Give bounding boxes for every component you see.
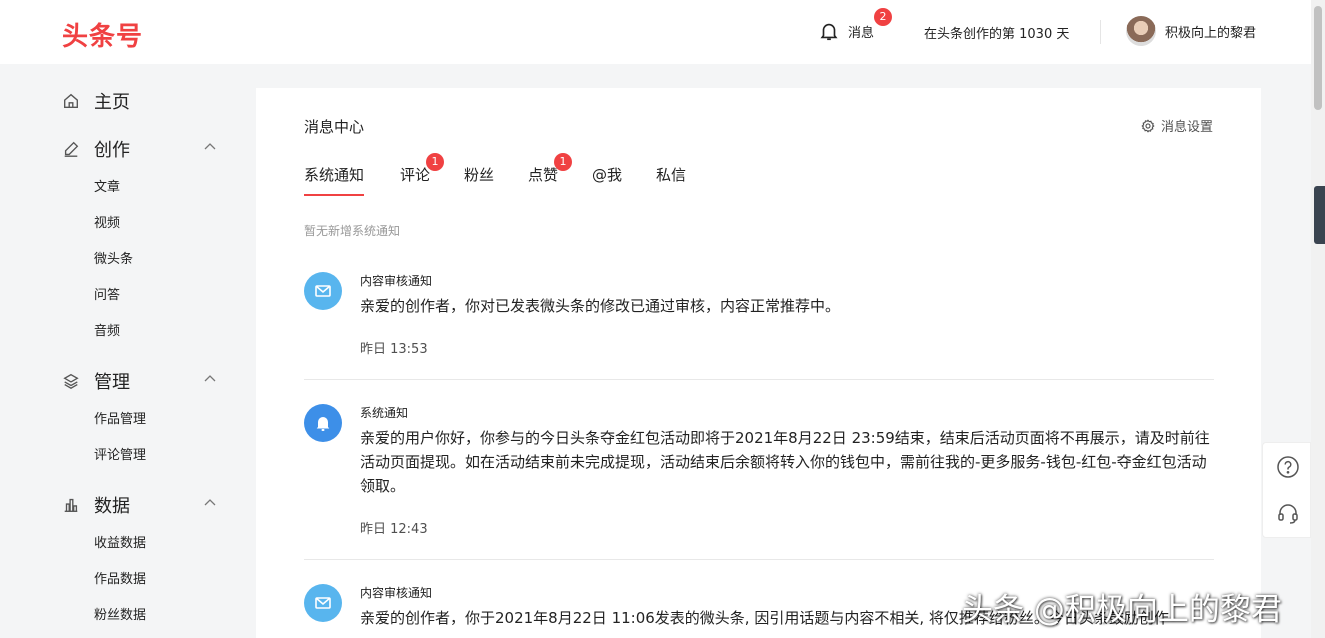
username: 积极向上的黎君 — [1165, 25, 1257, 41]
tab-comments[interactable]: 评论 1 — [400, 153, 444, 185]
mail-icon — [304, 584, 342, 622]
tab-badge: 1 — [426, 153, 444, 171]
tab-fans[interactable]: 粉丝 — [464, 164, 494, 185]
chevron-up-icon[interactable] — [204, 498, 216, 506]
sidebar: 主页 创作 文章 视频 微头条 问答 音频 管理 作品管理 评论管理 数据 收益… — [0, 64, 256, 638]
help-icon[interactable] — [1276, 455, 1300, 479]
message-center-panel: 消息中心 消息设置 系统通知 评论 1 粉丝 点赞 1 @我 私信 暂无新增系统通知… — [256, 88, 1261, 638]
nav-create-label: 创作 — [94, 140, 130, 161]
watermark: 头条 @积极向上的黎君 — [962, 592, 1282, 628]
tab-mentions[interactable]: @我 — [592, 164, 622, 185]
notice-body: 亲爱的用户你好，你参与的今日头条夺金红包活动即将于2021年8月22日 23:5… — [360, 429, 1210, 495]
tab-label: 粉丝 — [464, 166, 495, 184]
nav-data[interactable]: 数据 — [62, 492, 222, 518]
nav-manage-label: 管理 — [94, 372, 130, 393]
messages-label: 消息 — [848, 25, 875, 41]
tab-private-messages[interactable]: 私信 — [656, 164, 686, 185]
nav-item-weitoutiao[interactable]: 微头条 — [94, 248, 133, 267]
messages-button[interactable]: 消息 2 — [818, 8, 892, 42]
notice-body: 亲爱的创作者，你对已发表微头条的修改已通过审核，内容正常推荐中。 — [360, 297, 841, 315]
divider — [304, 559, 1214, 560]
tab-label: 系统通知 — [304, 166, 365, 184]
nav-item-works-data[interactable]: 作品数据 — [94, 568, 146, 587]
mail-icon — [304, 272, 342, 310]
notice-item: 系统通知 亲爱的用户你好，你参与的今日头条夺金红包活动即将于2021年8月22日… — [304, 404, 1214, 537]
side-panel-handle[interactable] — [1314, 186, 1325, 244]
notice-item: 内容审核通知 亲爱的创作者，你对已发表微头条的修改已通过审核，内容正常推荐中。 … — [304, 272, 1214, 362]
avatar[interactable] — [1126, 16, 1156, 46]
bell-icon — [304, 404, 342, 442]
divider — [304, 379, 1214, 380]
top-header: 头条号 消息 2 在头条创作的第 1030 天 积极向上的黎君 — [0, 0, 1311, 64]
nav-home[interactable]: 主页 — [62, 88, 222, 114]
tab-system-notice[interactable]: 系统通知 — [304, 164, 365, 196]
nav-item-fans-data[interactable]: 粉丝数据 — [94, 604, 146, 623]
floating-toolbar — [1262, 442, 1311, 538]
nav-item-income-data[interactable]: 收益数据 — [94, 532, 146, 551]
notice-type: 内容审核通知 — [360, 586, 433, 600]
messages-badge: 2 — [874, 8, 892, 26]
chevron-up-icon[interactable] — [204, 142, 216, 150]
home-icon — [64, 93, 78, 108]
gear-icon — [1141, 118, 1155, 133]
message-settings-label: 消息设置 — [1160, 120, 1213, 135]
nav-item-video[interactable]: 视频 — [94, 212, 120, 231]
message-settings-button[interactable]: 消息设置 — [1141, 116, 1213, 135]
logo[interactable]: 头条号 — [62, 16, 143, 53]
notice-time: 昨日 12:43 — [360, 522, 428, 537]
scrollbar[interactable] — [1311, 0, 1325, 638]
tab-label: 点赞 — [528, 166, 559, 184]
notice-time: 昨日 13:53 — [360, 342, 428, 357]
tab-label: @我 — [592, 166, 623, 184]
tab-badge: 1 — [554, 153, 572, 171]
chart-icon — [64, 498, 78, 512]
tab-label: 评论 — [400, 166, 431, 184]
chevron-up-icon[interactable] — [204, 374, 216, 382]
header-divider — [1100, 20, 1101, 44]
headset-icon[interactable] — [1276, 501, 1300, 525]
layers-icon — [63, 373, 79, 389]
nav-data-label: 数据 — [94, 496, 130, 517]
bell-icon — [820, 23, 838, 41]
user-menu[interactable]: 积极向上的黎君 — [1126, 16, 1256, 46]
tab-likes[interactable]: 点赞 1 — [528, 153, 572, 185]
notice-type: 内容审核通知 — [360, 274, 433, 288]
notice-type: 系统通知 — [360, 406, 409, 420]
nav-item-qa[interactable]: 问答 — [94, 284, 120, 303]
nav-item-works-manage[interactable]: 作品管理 — [94, 408, 146, 427]
nav-manage[interactable]: 管理 — [62, 368, 222, 394]
nav-item-comment-manage[interactable]: 评论管理 — [94, 444, 146, 463]
creation-days-text: 在头条创作的第 1030 天 — [924, 27, 1070, 42]
tab-label: 私信 — [656, 166, 687, 184]
pen-icon — [64, 141, 79, 157]
nav-item-audio[interactable]: 音频 — [94, 320, 120, 339]
nav-item-article[interactable]: 文章 — [94, 176, 120, 195]
nav-home-label: 主页 — [94, 92, 130, 113]
nav-create[interactable]: 创作 — [62, 136, 222, 162]
scrollbar-thumb[interactable] — [1314, 6, 1322, 110]
page-title: 消息中心 — [304, 118, 365, 136]
empty-note: 暂无新增系统通知 — [304, 224, 401, 238]
